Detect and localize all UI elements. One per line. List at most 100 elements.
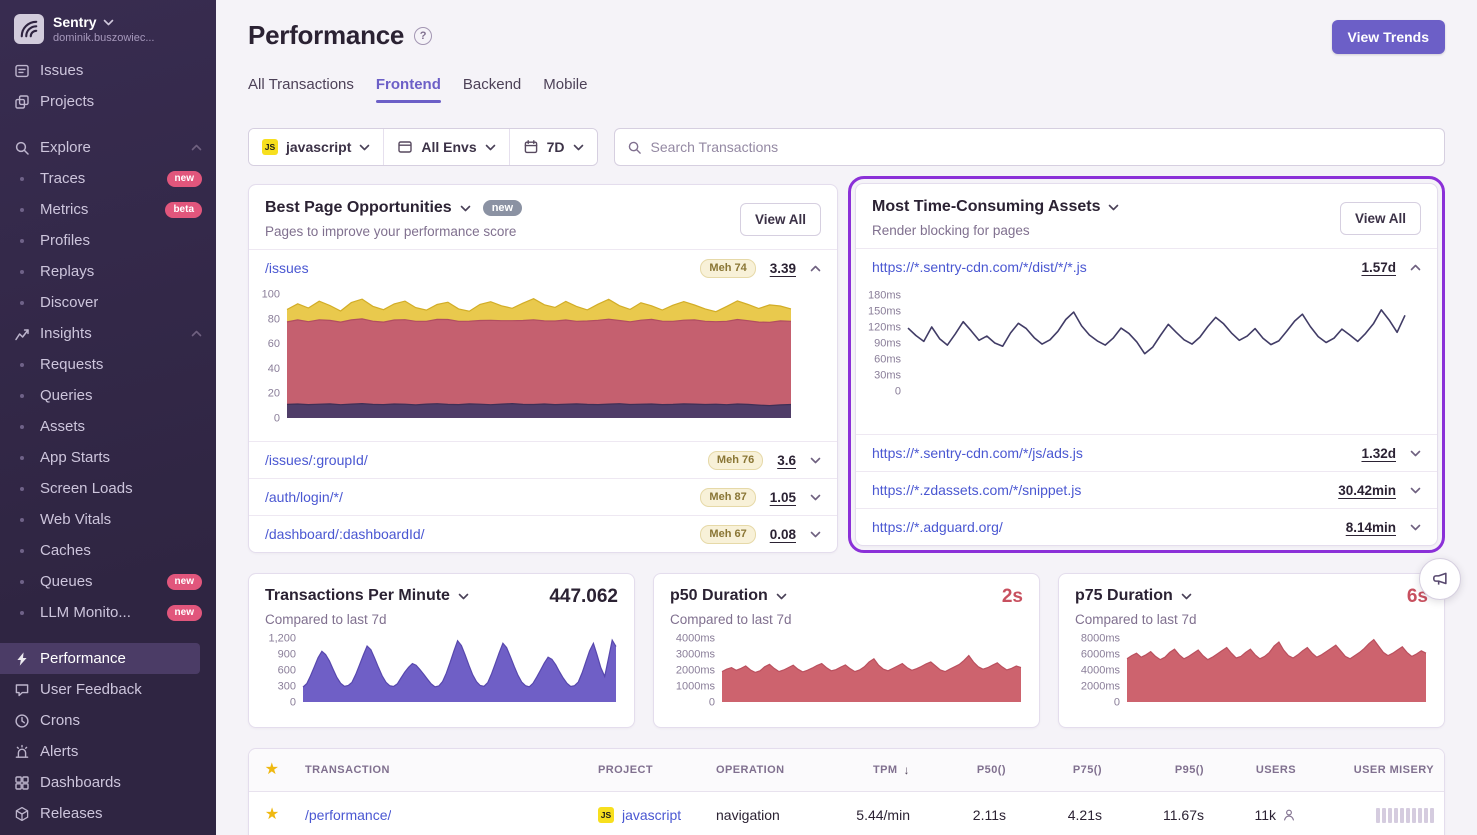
asset-duration-chart: 180ms150ms120ms90ms60ms30ms0 — [860, 289, 1407, 401]
environment-filter-button[interactable]: All Envs — [384, 129, 509, 165]
asset-url-link[interactable]: https://*.sentry-cdn.com/*/dist/*/*.js — [872, 259, 1087, 275]
page-link[interactable]: /issues — [265, 260, 309, 276]
column-header-tpm[interactable]: TPM↓ — [818, 749, 920, 792]
sidebar-item-metrics[interactable]: Metricsbeta — [0, 194, 216, 225]
view-all-button[interactable]: View All — [740, 203, 821, 236]
chevron-down-icon[interactable] — [460, 205, 471, 212]
tab-backend[interactable]: Backend — [463, 76, 521, 103]
sidebar-item-crons[interactable]: Crons — [0, 705, 216, 736]
asset-url-link[interactable]: https://*.adguard.org/ — [872, 519, 1003, 535]
asset-time-value: 30.42min — [1338, 483, 1396, 498]
transaction-link[interactable]: /performance/ — [305, 807, 391, 823]
page-link[interactable]: /auth/login/*/ — [265, 489, 343, 505]
sidebar-item-user-feedback[interactable]: User Feedback — [0, 674, 216, 705]
sidebar-item-queries[interactable]: Queries — [0, 380, 216, 411]
sidebar-item-projects[interactable]: Projects — [0, 86, 216, 117]
chevron-down-icon — [359, 144, 370, 151]
feature-badge-new: new — [167, 574, 202, 590]
asset-url-link[interactable]: https://*.zdassets.com/*/snippet.js — [872, 482, 1081, 498]
sidebar-item-queues[interactable]: Queuesnew — [0, 566, 216, 597]
column-header-p50: P50() — [920, 749, 1016, 792]
org-switcher[interactable]: Sentry dominik.buszowiec... — [0, 0, 216, 44]
sidebar-item-explore[interactable]: Explore — [0, 132, 216, 163]
bullet-icon — [20, 363, 24, 367]
sidebar-item-profiles[interactable]: Profiles — [0, 225, 216, 256]
org-info: Sentry dominik.buszowiec... — [53, 14, 155, 44]
sidebar-item-issues[interactable]: Issues — [0, 55, 216, 86]
sidebar-item-screen-loads[interactable]: Screen Loads — [0, 473, 216, 504]
column-label: P50() — [977, 764, 1006, 776]
view-all-button[interactable]: View All — [1340, 202, 1421, 235]
sidebar-item-dashboards[interactable]: Dashboards — [0, 767, 216, 798]
sidebar-item-caches[interactable]: Caches — [0, 535, 216, 566]
column-header-p75: P75() — [1016, 749, 1112, 792]
sidebar-item-label: Replays — [40, 263, 94, 280]
chevron-down-icon[interactable] — [1410, 487, 1421, 494]
javascript-project-icon: JS — [262, 139, 278, 155]
page-link[interactable]: /dashboard/:dashboardId/ — [265, 526, 425, 542]
sidebar-item-app-starts[interactable]: App Starts — [0, 442, 216, 473]
asset-url-link[interactable]: https://*.sentry-cdn.com/*/js/ads.js — [872, 445, 1083, 461]
panel-subtitle: Compared to last 7d — [670, 612, 1023, 627]
sidebar-item-releases[interactable]: Releases — [0, 798, 216, 829]
panel-title: p75 Duration — [1075, 587, 1173, 605]
chevron-down-icon[interactable] — [810, 494, 821, 501]
panel-title: Transactions Per Minute — [265, 587, 450, 605]
sidebar-item-replays[interactable]: Replays — [0, 256, 216, 287]
tab-mobile[interactable]: Mobile — [543, 76, 587, 103]
best-page-opportunities-panel: Best Page Opportunities new Pages to imp… — [248, 184, 838, 553]
project-link[interactable]: javascript — [622, 807, 681, 823]
sort-desc-icon: ↓ — [904, 763, 910, 777]
sidebar-item-requests[interactable]: Requests — [0, 349, 216, 380]
column-header-user-misery: USER MISERY — [1306, 749, 1444, 792]
feedback-widget-button[interactable] — [1419, 558, 1461, 600]
svg-text:8000ms: 8000ms — [1081, 633, 1121, 645]
panel-subtitle: Compared to last 7d — [1075, 612, 1428, 627]
chevron-up-icon[interactable] — [1410, 264, 1421, 271]
chevron-up-icon[interactable] — [191, 330, 202, 337]
date-range-filter-button[interactable]: 7D — [510, 129, 597, 165]
star-cell[interactable]: ★ — [249, 792, 295, 835]
help-icon[interactable]: ? — [414, 27, 432, 45]
page-link[interactable]: /issues/:groupId/ — [265, 452, 368, 468]
project-filter-label: javascript — [286, 139, 351, 155]
sidebar-item-traces[interactable]: Tracesnew — [0, 163, 216, 194]
sidebar-item-llm-monito[interactable]: LLM Monito...new — [0, 597, 216, 628]
svg-text:2000ms: 2000ms — [1081, 681, 1121, 693]
chevron-up-icon[interactable] — [191, 144, 202, 151]
sidebar-item-discover[interactable]: Discover — [0, 287, 216, 318]
chevron-down-icon[interactable] — [810, 531, 821, 538]
svg-text:0: 0 — [895, 386, 901, 398]
svg-text:0: 0 — [709, 697, 715, 709]
svg-text:600: 600 — [278, 665, 296, 677]
opportunity-score-value: 0.08 — [770, 527, 796, 542]
panel-title[interactable]: Best Page Opportunities — [265, 199, 452, 217]
chevron-down-icon[interactable] — [776, 593, 787, 600]
sidebar-item-web-vitals[interactable]: Web Vitals — [0, 504, 216, 535]
column-label: OPERATION — [716, 764, 785, 776]
tab-frontend[interactable]: Frontend — [376, 76, 441, 103]
svg-text:20: 20 — [268, 388, 280, 400]
chevron-down-icon[interactable] — [1410, 450, 1421, 457]
project-filter-button[interactable]: JS javascript — [249, 129, 384, 165]
sidebar-item-label: Issues — [40, 62, 83, 79]
chevron-up-icon[interactable] — [810, 265, 821, 272]
chevron-down-icon[interactable] — [1181, 593, 1192, 600]
sidebar-item-assets[interactable]: Assets — [0, 411, 216, 442]
widgets-row: Best Page Opportunities new Pages to imp… — [248, 184, 1445, 553]
sidebar-item-label: Requests — [40, 356, 103, 373]
chevron-down-icon[interactable] — [1108, 204, 1119, 211]
column-label: P75() — [1073, 764, 1102, 776]
sidebar-item-alerts[interactable]: Alerts — [0, 736, 216, 767]
chevron-down-icon[interactable] — [1410, 524, 1421, 531]
app-root: Sentry dominik.buszowiec... Issues Projec… — [0, 0, 1477, 835]
chevron-down-icon[interactable] — [458, 593, 469, 600]
sidebar-item-insights[interactable]: Insights — [0, 318, 216, 349]
search-input[interactable] — [651, 139, 1432, 155]
sidebar-item-performance[interactable]: Performance — [0, 643, 200, 674]
panel-title[interactable]: Most Time-Consuming Assets — [872, 198, 1100, 216]
tab-all-transactions[interactable]: All Transactions — [248, 76, 354, 103]
chevron-down-icon[interactable] — [810, 457, 821, 464]
p75-cell: 4.21s — [1016, 792, 1112, 835]
view-trends-button[interactable]: View Trends — [1332, 20, 1445, 54]
